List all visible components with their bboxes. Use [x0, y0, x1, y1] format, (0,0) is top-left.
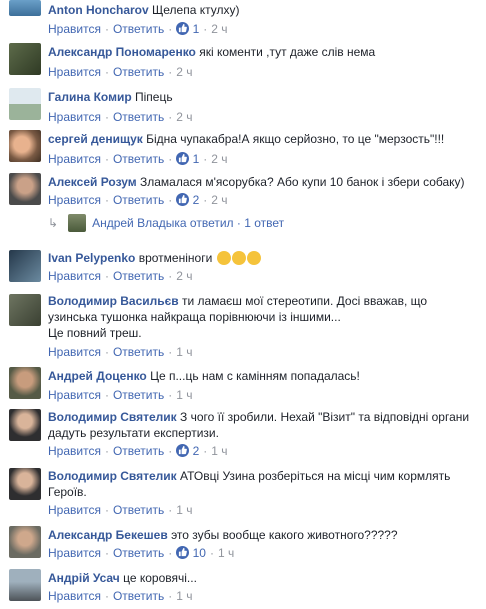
avatar[interactable] — [9, 526, 41, 558]
like-link[interactable]: Нравится — [48, 388, 101, 402]
reply-author[interactable]: Андрей Владыка — [92, 216, 187, 230]
comment-author[interactable]: Ivan Pelypenko — [48, 251, 135, 265]
comment-author[interactable]: Андрій Усач — [48, 571, 120, 585]
comment-author[interactable]: Галина Комир — [48, 90, 132, 104]
comment-time[interactable]: 1 ч — [211, 444, 227, 458]
avatar[interactable] — [9, 0, 41, 16]
comment-author[interactable]: Андрей Доценко — [48, 369, 147, 383]
avatar[interactable] — [9, 173, 41, 205]
avatar — [68, 214, 87, 232]
comment-time[interactable]: 1 ч — [176, 589, 192, 603]
comment-author[interactable]: Anton Honcharov — [48, 3, 149, 17]
like-link[interactable]: Нравится — [48, 345, 101, 359]
comment-text: вротменіноги — [138, 251, 213, 265]
comment-text: Піпець — [135, 90, 173, 104]
grimacing-emoji-icon — [231, 251, 246, 265]
reply-link[interactable]: Ответить — [113, 193, 164, 207]
comment-text: это зубы вообще какого животного????? — [171, 528, 398, 542]
comment-text: Це п...ць нам с камінням попадалась! — [150, 369, 360, 383]
grimacing-emoji-icon — [216, 251, 231, 265]
avatar[interactable] — [9, 409, 41, 441]
avatar[interactable] — [9, 88, 41, 120]
like-link[interactable]: Нравится — [48, 503, 101, 517]
avatar[interactable] — [9, 569, 41, 601]
like-icon — [176, 546, 190, 559]
comment-author[interactable]: Алексей Розум — [48, 175, 137, 189]
grimacing-emoji-icon — [246, 251, 261, 265]
reply-link[interactable]: Ответить — [113, 152, 164, 166]
comment-author[interactable]: Володимир Святелик — [48, 469, 177, 483]
reply-link[interactable]: Ответить — [113, 269, 164, 283]
like-link[interactable]: Нравится — [48, 269, 101, 283]
avatar[interactable] — [9, 130, 41, 162]
comment-author[interactable]: Александр Бекешев — [48, 528, 168, 542]
comment-time[interactable]: 1 ч — [176, 388, 192, 402]
comment-time[interactable]: 2 ч — [211, 152, 227, 166]
like-icon — [176, 152, 190, 165]
comment-text: це коровячі... — [123, 571, 197, 585]
comment-text: які коменти ,тут даже слів нема — [199, 45, 376, 59]
comment-time[interactable]: 1 ч — [218, 546, 234, 560]
reply-link[interactable]: Ответить — [113, 388, 164, 402]
comment-time[interactable]: 1 ч — [176, 503, 192, 517]
comment-text: Зламалася м'ясорубка? Або купи 10 банок … — [140, 175, 465, 189]
reply-link[interactable]: Ответить — [113, 65, 164, 79]
like-link[interactable]: Нравится — [48, 65, 101, 79]
like-link[interactable]: Нравится — [48, 152, 101, 166]
reply-arrow-icon: ↳ — [48, 216, 59, 230]
like-link[interactable]: Нравится — [48, 546, 101, 560]
reply-link[interactable]: Ответить — [113, 444, 164, 458]
like-icon — [176, 193, 190, 206]
comment-author[interactable]: Володимир Васильєв — [48, 294, 179, 308]
comment-time[interactable]: 2 ч — [211, 193, 227, 207]
comment-time[interactable]: 2 ч — [176, 110, 192, 124]
reply-link[interactable]: Ответить — [113, 110, 164, 124]
reply-link[interactable]: Ответить — [113, 22, 164, 36]
like-link[interactable]: Нравится — [48, 444, 101, 458]
reply-link[interactable]: Ответить — [113, 345, 164, 359]
avatar[interactable] — [9, 43, 41, 75]
reply-link[interactable]: Ответить — [113, 589, 164, 603]
avatar[interactable] — [9, 468, 41, 500]
comment-text: Це повний треш. — [48, 326, 142, 340]
comment-author[interactable]: Володимир Святелик — [48, 410, 177, 424]
comment-author[interactable]: сергей денищук — [48, 132, 143, 146]
comment-time[interactable]: 1 ч — [176, 345, 192, 359]
comment-author[interactable]: Александр Пономаренко — [48, 45, 196, 59]
reply-count[interactable]: ответил · 1 ответ — [190, 216, 284, 230]
reply-link[interactable]: Ответить — [113, 546, 164, 560]
comment-time[interactable]: 2 ч — [176, 269, 192, 283]
comment-text: Щелепа ктулху) — [152, 3, 240, 17]
avatar[interactable] — [9, 367, 41, 399]
like-icon — [176, 444, 190, 457]
like-icon — [176, 22, 190, 35]
avatar[interactable] — [9, 250, 41, 282]
like-link[interactable]: Нравится — [48, 110, 101, 124]
comment-time[interactable]: 2 ч — [176, 65, 192, 79]
comment-text: Бідна чупакабра!А якщо серйозно, то це "… — [146, 132, 445, 146]
avatar[interactable] — [9, 294, 41, 326]
like-link[interactable]: Нравится — [48, 22, 101, 36]
reply-link[interactable]: Ответить — [113, 503, 164, 517]
replies-link[interactable]: ↳ Андрей Владыка ответил · 1 ответ — [48, 214, 284, 232]
like-link[interactable]: Нравится — [48, 589, 101, 603]
comment-time[interactable]: 2 ч — [211, 22, 227, 36]
like-count[interactable]: 10 — [193, 546, 206, 560]
like-link[interactable]: Нравится — [48, 193, 101, 207]
